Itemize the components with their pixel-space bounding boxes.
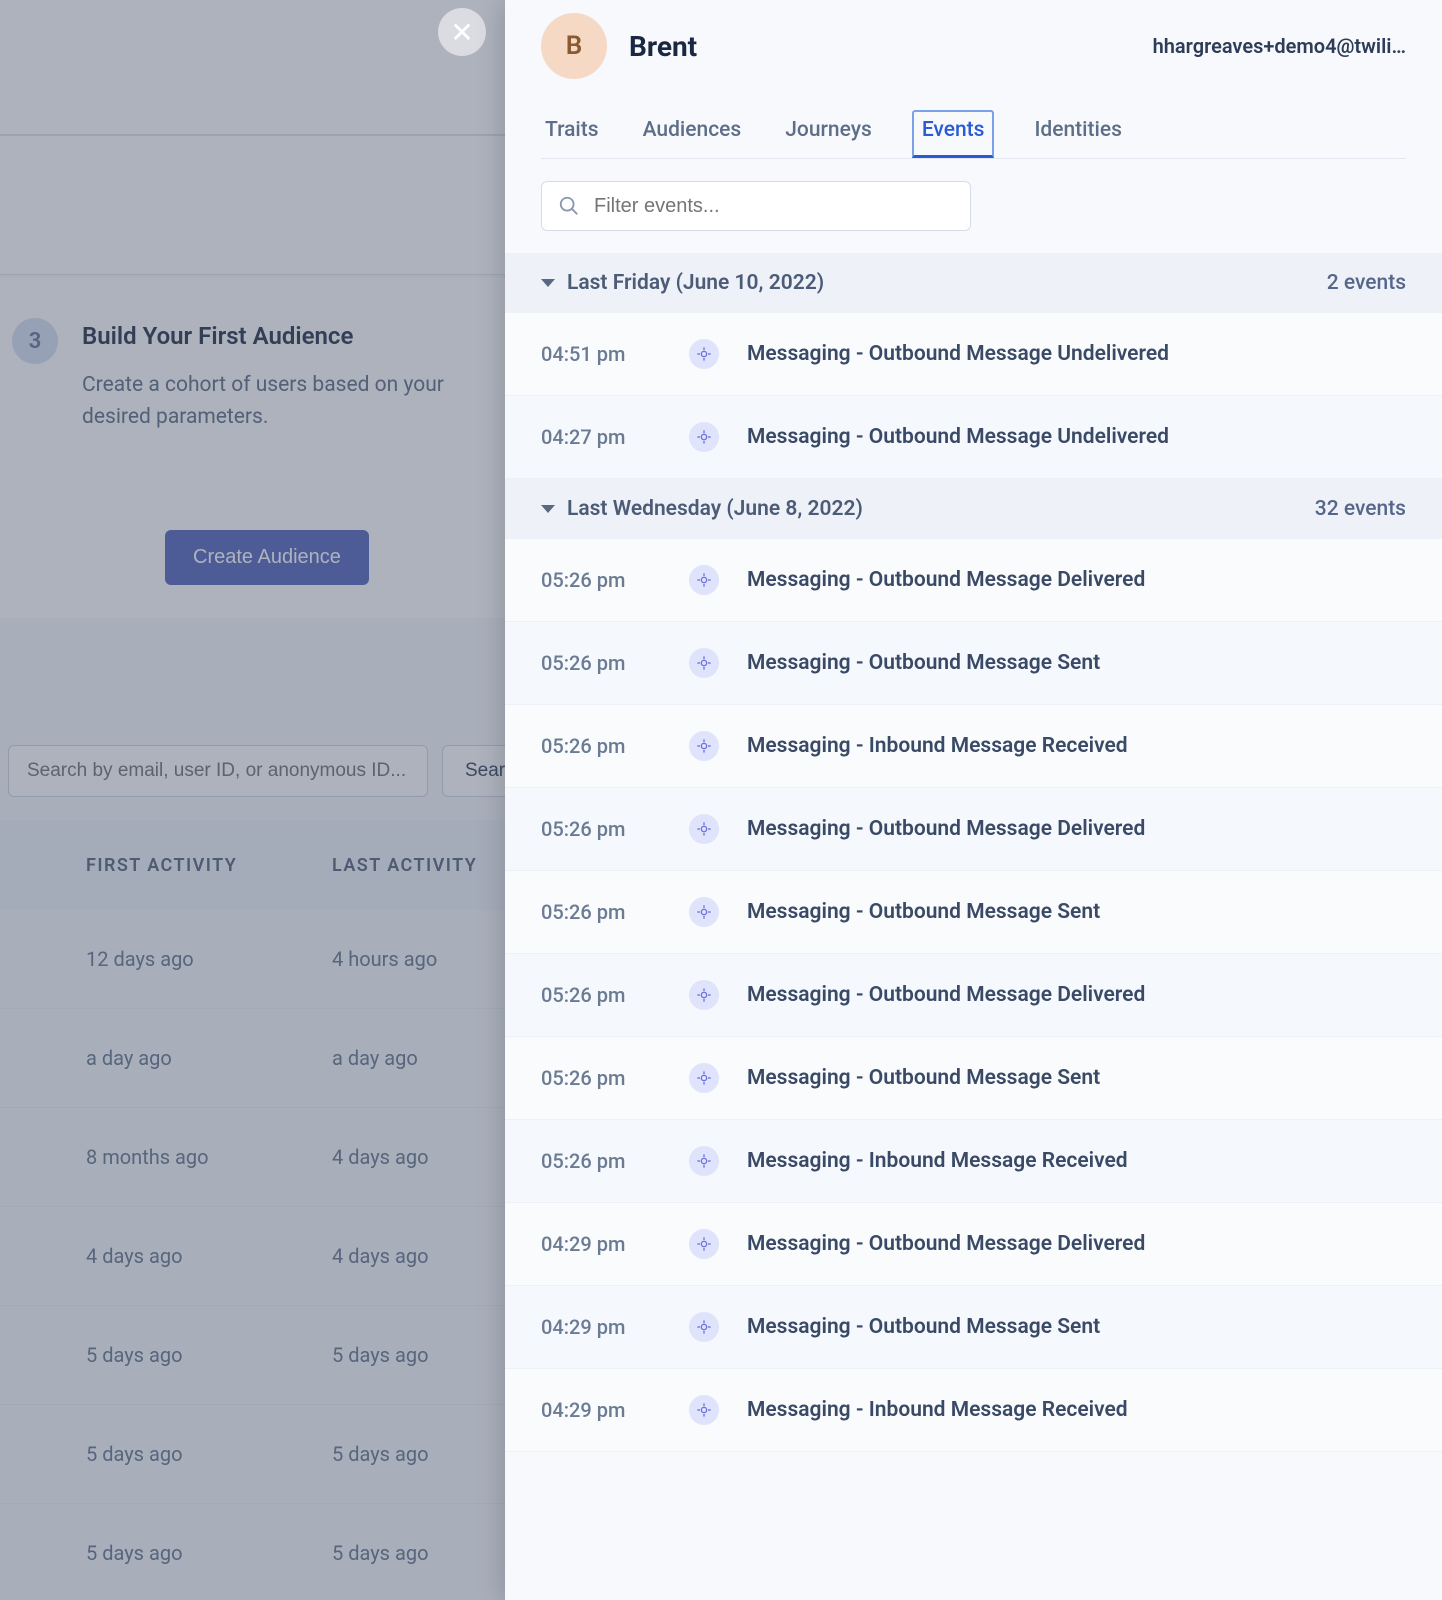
- profile-left: B Brent: [541, 13, 697, 79]
- track-event-icon: [689, 565, 719, 595]
- drawer-header: B Brent hhargreaves+demo4@twili… Traits A…: [505, 0, 1442, 159]
- tab-events[interactable]: Events: [912, 110, 995, 158]
- events-list[interactable]: Last Friday (June 10, 2022) 2 events 04:51…: [505, 253, 1442, 1600]
- search-icon: [558, 195, 580, 217]
- event-row[interactable]: 04:29 pm Messaging - Outbound Message Sen…: [505, 1286, 1442, 1369]
- filter-wrap: [505, 159, 1442, 253]
- track-event-icon: [689, 1146, 719, 1176]
- profile-row: B Brent hhargreaves+demo4@twili…: [541, 12, 1406, 80]
- drawer-tabs: Traits Audiences Journeys Events Identities: [541, 110, 1406, 159]
- event-row[interactable]: 04:29 pm Messaging - Inbound Message Rece…: [505, 1369, 1442, 1452]
- track-event-icon: [689, 897, 719, 927]
- caret-down-icon: [541, 505, 555, 513]
- event-row[interactable]: 05:26 pm Messaging - Outbound Message Del…: [505, 954, 1442, 1037]
- event-name: Messaging - Outbound Message Sent: [747, 1315, 1100, 1339]
- profile-drawer: B Brent hhargreaves+demo4@twili… Traits A…: [505, 0, 1442, 1600]
- close-icon: ✕: [450, 16, 473, 49]
- event-row[interactable]: 05:26 pm Messaging - Inbound Message Rece…: [505, 1120, 1442, 1203]
- event-row[interactable]: 05:26 pm Messaging - Outbound Message Del…: [505, 788, 1442, 871]
- event-time: 05:26 pm: [541, 568, 661, 592]
- track-event-icon: [689, 1312, 719, 1342]
- event-time: 05:26 pm: [541, 1066, 661, 1090]
- track-event-icon: [689, 339, 719, 369]
- avatar: B: [541, 13, 607, 79]
- event-row[interactable]: 04:27 pm Messaging - Outbound Message Und…: [505, 396, 1442, 479]
- tab-traits[interactable]: Traits: [541, 110, 603, 158]
- event-name: Messaging - Outbound Message Undelivered: [747, 342, 1169, 366]
- event-time: 05:26 pm: [541, 734, 661, 758]
- event-row[interactable]: 04:29 pm Messaging - Outbound Message Del…: [505, 1203, 1442, 1286]
- tab-journeys[interactable]: Journeys: [781, 110, 876, 158]
- tab-identities[interactable]: Identities: [1030, 110, 1125, 158]
- profile-email: hhargreaves+demo4@twili…: [1153, 34, 1406, 58]
- filter-events-input-wrap[interactable]: [541, 181, 971, 231]
- event-time: 04:29 pm: [541, 1398, 661, 1422]
- track-event-icon: [689, 1063, 719, 1093]
- event-time: 04:29 pm: [541, 1232, 661, 1256]
- track-event-icon: [689, 1395, 719, 1425]
- profile-name: Brent: [629, 30, 697, 63]
- event-name: Messaging - Outbound Message Sent: [747, 900, 1100, 924]
- event-row[interactable]: 05:26 pm Messaging - Inbound Message Rece…: [505, 705, 1442, 788]
- event-row[interactable]: 05:26 pm Messaging - Outbound Message Sen…: [505, 622, 1442, 705]
- event-row[interactable]: 05:26 pm Messaging - Outbound Message Sen…: [505, 1037, 1442, 1120]
- event-row[interactable]: 05:26 pm Messaging - Outbound Message Sen…: [505, 871, 1442, 954]
- event-time: 05:26 pm: [541, 983, 661, 1007]
- filter-events-input[interactable]: [594, 195, 954, 218]
- event-group-label: Last Friday (June 10, 2022): [567, 271, 824, 295]
- event-name: Messaging - Inbound Message Received: [747, 1398, 1128, 1422]
- event-name: Messaging - Outbound Message Delivered: [747, 568, 1145, 592]
- track-event-icon: [689, 422, 719, 452]
- caret-down-icon: [541, 279, 555, 287]
- event-time: 05:26 pm: [541, 900, 661, 924]
- event-time: 04:29 pm: [541, 1315, 661, 1339]
- track-event-icon: [689, 648, 719, 678]
- event-time: 04:27 pm: [541, 425, 661, 449]
- event-name: Messaging - Outbound Message Delivered: [747, 983, 1145, 1007]
- track-event-icon: [689, 1229, 719, 1259]
- event-time: 05:26 pm: [541, 1149, 661, 1173]
- event-name: Messaging - Outbound Message Undelivered: [747, 425, 1169, 449]
- tab-audiences[interactable]: Audiences: [639, 110, 746, 158]
- event-group-label: Last Wednesday (June 8, 2022): [567, 497, 863, 521]
- event-time: 05:26 pm: [541, 651, 661, 675]
- event-group-count: 32 events: [1315, 497, 1406, 521]
- event-name: Messaging - Inbound Message Received: [747, 734, 1128, 758]
- event-name: Messaging - Outbound Message Sent: [747, 651, 1100, 675]
- event-group-count: 2 events: [1327, 271, 1406, 295]
- event-name: Messaging - Outbound Message Delivered: [747, 817, 1145, 841]
- event-name: Messaging - Inbound Message Received: [747, 1149, 1128, 1173]
- event-time: 05:26 pm: [541, 817, 661, 841]
- track-event-icon: [689, 731, 719, 761]
- event-row[interactable]: 05:26 pm Messaging - Outbound Message Del…: [505, 539, 1442, 622]
- close-drawer-button[interactable]: ✕: [438, 8, 486, 56]
- event-row[interactable]: 04:51 pm Messaging - Outbound Message Und…: [505, 313, 1442, 396]
- event-group-header[interactable]: Last Wednesday (June 8, 2022) 32 events: [505, 479, 1442, 539]
- event-group-header[interactable]: Last Friday (June 10, 2022) 2 events: [505, 253, 1442, 313]
- event-name: Messaging - Outbound Message Sent: [747, 1066, 1100, 1090]
- track-event-icon: [689, 980, 719, 1010]
- event-name: Messaging - Outbound Message Delivered: [747, 1232, 1145, 1256]
- track-event-icon: [689, 814, 719, 844]
- event-time: 04:51 pm: [541, 342, 661, 366]
